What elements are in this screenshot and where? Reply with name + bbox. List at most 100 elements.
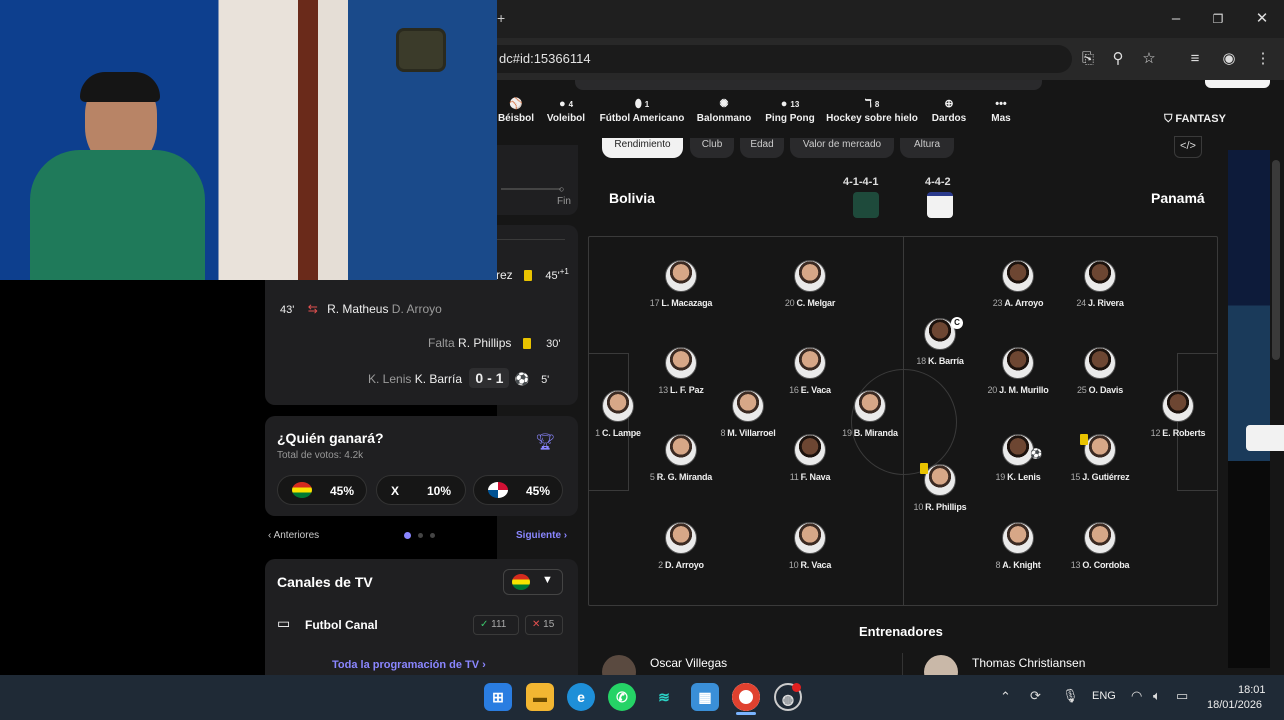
home-kit-icon bbox=[853, 192, 879, 218]
player-away-10[interactable]: 10 R. Phillips bbox=[885, 464, 995, 512]
zoom-icon[interactable]: ⚲ bbox=[1107, 48, 1129, 70]
player-photo bbox=[732, 390, 764, 422]
chevron-up-icon[interactable]: ⌃ bbox=[1000, 689, 1011, 705]
player-home-19[interactable]: 19 B. Miranda bbox=[815, 390, 925, 438]
player-photo bbox=[794, 434, 826, 466]
trophy-icon: 🏆︎ bbox=[535, 434, 556, 451]
tv-channel-name: Futbol Canal bbox=[305, 618, 378, 632]
battery-icon[interactable]: ▭ bbox=[1176, 688, 1188, 704]
home-team-name: Bolivia bbox=[609, 190, 655, 206]
event-yellow-card-30[interactable]: Falta R. Phillips 30' bbox=[428, 336, 560, 350]
player-home-1[interactable]: 1 C. Lampe bbox=[563, 390, 673, 438]
minimize-button[interactable]: – bbox=[1164, 7, 1188, 31]
new-tab-button[interactable]: + bbox=[497, 10, 505, 26]
sport-hockey[interactable]: ℸ 8 Hockey sobre hielo bbox=[825, 96, 919, 124]
player-away-13[interactable]: 13 O. Cordoba bbox=[1045, 522, 1155, 570]
sync-icon[interactable]: ⟳ bbox=[1030, 688, 1041, 704]
tab-edad[interactable]: Edad bbox=[740, 138, 784, 158]
fantasy-link[interactable]: ⛉ FANTASY bbox=[1155, 113, 1235, 126]
address-bar[interactable]: dc#id:15366114 bbox=[497, 45, 1072, 73]
player-away-12[interactable]: 12 E. Roberts bbox=[1123, 390, 1233, 438]
vote-away-button[interactable]: 45% bbox=[473, 475, 563, 505]
profile-icon[interactable]: ◉ bbox=[1218, 48, 1240, 70]
wifi-icon[interactable]: ◠ bbox=[1131, 688, 1142, 704]
chevron-right-icon: › bbox=[479, 659, 486, 671]
away-team-name: Panamá bbox=[1151, 190, 1205, 206]
tab-rendimiento[interactable]: Rendimiento bbox=[602, 138, 683, 158]
sport-dardos[interactable]: ⊕ Dardos bbox=[927, 96, 971, 124]
wall-clock bbox=[396, 28, 446, 72]
player-away-15[interactable]: 15 J. Gutiérrez bbox=[1045, 434, 1155, 482]
yellow-card-icon bbox=[522, 338, 531, 350]
language-indicator[interactable]: ENG bbox=[1092, 690, 1116, 702]
edge-icon[interactable]: e bbox=[567, 683, 595, 711]
bookmark-star-icon[interactable]: ☆ bbox=[1138, 48, 1160, 70]
country-select[interactable]: ▼ bbox=[503, 569, 563, 595]
next-button[interactable]: Siguiente › bbox=[516, 530, 567, 541]
sport-ping-pong[interactable]: ● 13 Ping Pong bbox=[761, 96, 819, 124]
progress-end-dot: ○ bbox=[559, 184, 565, 194]
file-explorer-icon[interactable]: ▬ bbox=[526, 683, 554, 711]
sport-beisbol[interactable]: ⚾ Béisbol bbox=[497, 96, 535, 124]
microphone-icon[interactable]: 🎙︎ bbox=[1062, 688, 1079, 704]
event-yellow-card-45[interactable]: rez 45'+1 bbox=[496, 267, 569, 282]
media-control-icon[interactable]: ≡ bbox=[1184, 48, 1206, 70]
vote-draw-button[interactable]: X 10% bbox=[376, 475, 466, 505]
close-button[interactable]: ✕ bbox=[1250, 7, 1274, 31]
clock-time[interactable]: 18:01 bbox=[1238, 684, 1266, 696]
volume-icon[interactable]: 🔈︎ bbox=[1153, 688, 1161, 704]
prev-button[interactable]: ‹ Anteriores bbox=[268, 530, 319, 541]
player-away-24[interactable]: 24 J. Rivera bbox=[1045, 260, 1155, 308]
app-icon[interactable]: ≋ bbox=[650, 683, 678, 711]
tv-schedule-link[interactable]: Toda la programación de TV › bbox=[332, 659, 486, 671]
tab-club[interactable]: Club bbox=[690, 138, 734, 158]
start-button[interactable]: ⊞ bbox=[484, 683, 512, 711]
player-photo bbox=[1084, 260, 1116, 292]
player-photo bbox=[1162, 390, 1194, 422]
sport-voleibol[interactable]: ● 4 Voleibol bbox=[543, 96, 589, 124]
player-home-2[interactable]: 2 D. Arroyo bbox=[626, 522, 736, 570]
player-photo bbox=[1084, 434, 1116, 466]
channel-upvote[interactable]: ✓ 111 bbox=[473, 615, 519, 635]
chevron-down-icon: ▼ bbox=[542, 574, 553, 586]
clock-date[interactable]: 18/01/2026 bbox=[1207, 699, 1262, 711]
browser-menu-icon[interactable]: ⋮ bbox=[1252, 48, 1274, 70]
channel-downvote[interactable]: ✕ 15 bbox=[525, 615, 563, 635]
player-home-5[interactable]: 5 R. G. Miranda bbox=[626, 434, 736, 482]
photos-icon[interactable]: ▦ bbox=[691, 683, 719, 711]
player-photo bbox=[924, 464, 956, 496]
player-home-11[interactable]: 11 F. Nava bbox=[755, 434, 865, 482]
manager-home-name[interactable]: Oscar Villegas bbox=[650, 656, 727, 670]
advertisement-banner[interactable] bbox=[1228, 150, 1284, 668]
event-goal-5[interactable]: K. Lenis K. Barría 0 - 1 ⚽ 5' bbox=[368, 368, 549, 388]
player-home-8[interactable]: 8 M. Villarroel bbox=[693, 390, 803, 438]
whatsapp-icon[interactable]: ✆ bbox=[608, 683, 636, 711]
player-home-20[interactable]: 20 C. Melgar bbox=[755, 260, 865, 308]
install-app-icon[interactable]: ⎘ bbox=[1077, 48, 1099, 70]
player-home-13[interactable]: 13 L. F. Paz bbox=[626, 347, 736, 395]
bolivia-flag-icon bbox=[512, 574, 530, 590]
tab-valor-mercado[interactable]: Valor de mercado bbox=[790, 138, 894, 158]
sport-futbol-americano[interactable]: ⬮ 1 Fútbol Americano bbox=[597, 96, 687, 124]
baseball-icon: ⚾ bbox=[509, 98, 523, 110]
maximize-button[interactable]: ❐ bbox=[1206, 7, 1230, 31]
tab-altura[interactable]: Altura bbox=[900, 138, 954, 158]
player-photo bbox=[1002, 522, 1034, 554]
tv-title: Canales de TV bbox=[277, 574, 373, 590]
event-substitution-43[interactable]: 43' ⇆ R. Matheus D. Arroyo bbox=[280, 302, 442, 316]
page-scrollbar[interactable] bbox=[1272, 160, 1280, 360]
vote-home-button[interactable]: 45% bbox=[277, 475, 367, 505]
login-button-edge[interactable] bbox=[1205, 80, 1270, 88]
streamer-shirt bbox=[30, 150, 205, 280]
chrome-icon[interactable] bbox=[732, 683, 760, 711]
embed-code-button[interactable]: </> bbox=[1174, 136, 1202, 158]
sport-mas[interactable]: ••• Mas bbox=[979, 96, 1023, 124]
player-away-25[interactable]: 25 O. Davis bbox=[1045, 347, 1155, 395]
player-home-16[interactable]: 16 E. Vaca bbox=[755, 347, 865, 395]
manager-away-name[interactable]: Thomas Christiansen bbox=[972, 656, 1085, 670]
ad-button[interactable] bbox=[1246, 425, 1284, 451]
managers-section: Entrenadores Oscar Villegas Thomas Chris… bbox=[588, 624, 1218, 689]
player-home-10[interactable]: 10 R. Vaca bbox=[755, 522, 865, 570]
sport-balonmano[interactable]: ✺ Balonmano bbox=[695, 96, 753, 124]
player-home-17[interactable]: 17 L. Macazaga bbox=[626, 260, 736, 308]
